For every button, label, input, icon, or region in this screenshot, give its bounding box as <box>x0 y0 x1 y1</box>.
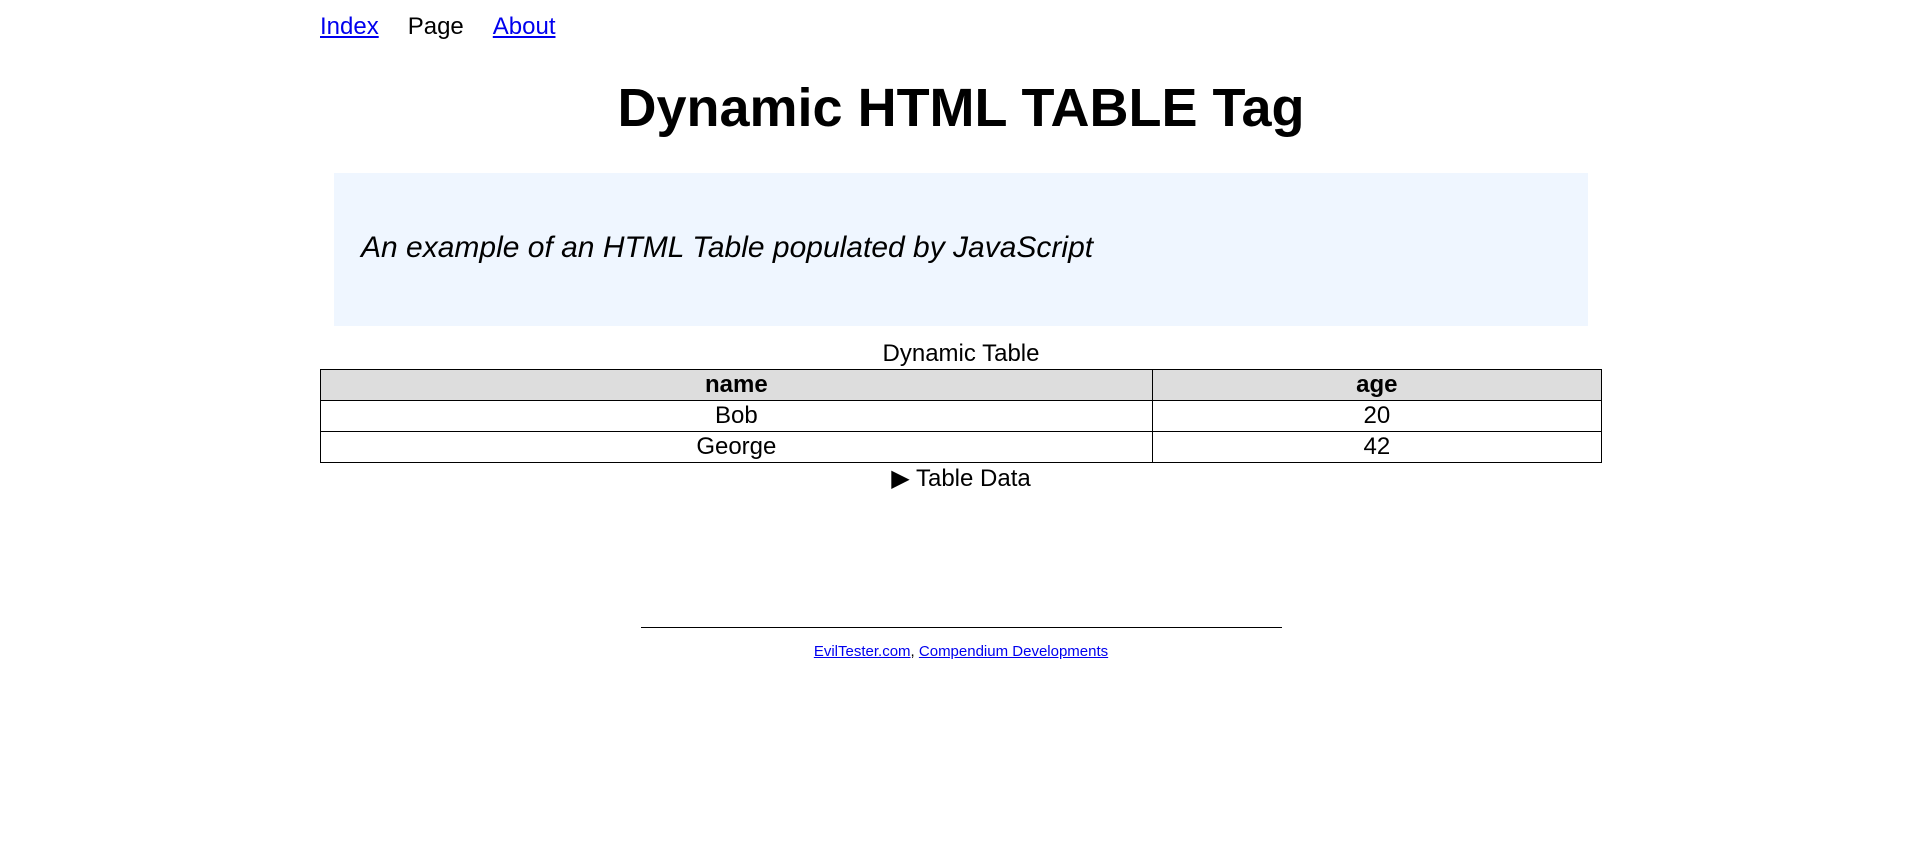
intro-box: An example of an HTML Table populated by… <box>334 173 1588 326</box>
table-section: Dynamic Table name age Bob 20 George 42 … <box>320 339 1603 495</box>
table-data-summary-label: Table Data <box>915 465 1031 492</box>
disclosure-triangle-icon: ▶ <box>891 465 910 492</box>
column-header-name: name <box>320 369 1153 401</box>
footer-link-compendium[interactable]: Compendium Developments <box>919 643 1108 660</box>
footer-divider <box>641 627 1282 628</box>
nav-link-about[interactable]: About <box>493 12 556 42</box>
column-header-age: age <box>1151 369 1603 401</box>
nav-item-page-current: Page <box>407 13 464 40</box>
table-data-details: ▶ Table Data <box>320 463 1602 495</box>
nav-link-index[interactable]: Index <box>320 12 379 42</box>
page-title: Dynamic HTML TABLE Tag <box>617 78 1305 138</box>
table-cell-name: Bob <box>320 400 1153 432</box>
table-header-row: name age <box>320 369 1603 401</box>
table-row: George 42 <box>320 431 1603 463</box>
table-cell-age: 42 <box>1151 431 1603 463</box>
table-caption: Dynamic Table <box>882 340 1040 367</box>
table-row: Bob 20 <box>320 400 1603 432</box>
table-cell-age: 20 <box>1151 400 1603 432</box>
top-nav: Index Page About <box>320 12 585 42</box>
table-cell-name: George <box>320 431 1153 463</box>
footer: EvilTester.com, Compendium Developments <box>320 642 1602 662</box>
footer-link-eviltester[interactable]: EvilTester.com <box>814 643 911 660</box>
intro-text: An example of an HTML Table populated by… <box>361 231 1094 264</box>
dynamic-table: Dynamic Table name age Bob 20 George 42 <box>320 339 1603 463</box>
footer-separator: , <box>910 643 915 660</box>
table-data-summary[interactable]: ▶ Table Data <box>891 463 1030 495</box>
